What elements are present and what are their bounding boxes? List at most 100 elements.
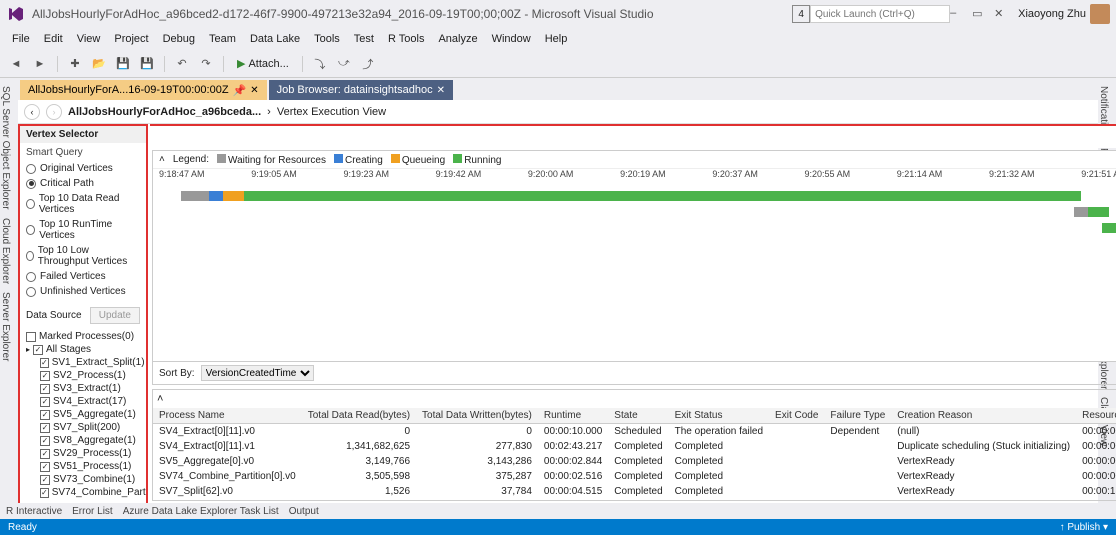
menu-data-lake[interactable]: Data Lake	[244, 31, 306, 47]
bottom-tab-azure-data-lake-explorer-task-list[interactable]: Azure Data Lake Explorer Task List	[123, 506, 279, 517]
menu-team[interactable]: Team	[203, 31, 242, 47]
checkbox-icon[interactable]	[40, 397, 50, 407]
radio-icon[interactable]	[26, 199, 35, 209]
checkbox-icon[interactable]	[40, 358, 49, 368]
sort-by-select[interactable]: VersionCreatedTime	[201, 365, 314, 381]
radio-icon[interactable]	[26, 287, 36, 297]
pin-icon[interactable]: 📌	[233, 84, 247, 97]
step-out-icon[interactable]: ⤴	[358, 54, 378, 74]
quick-launch-input[interactable]	[810, 5, 950, 23]
minimize-icon[interactable]: –	[950, 7, 964, 21]
avatar[interactable]	[1090, 4, 1110, 24]
radio-top-10-low-throughput-vertices[interactable]: Top 10 Low Throughput Vertices	[26, 243, 140, 269]
col-header[interactable]: Resource Latency	[1076, 408, 1116, 424]
step-over-icon[interactable]: ⤻	[334, 54, 354, 74]
menu-tools[interactable]: Tools	[308, 31, 346, 47]
menu-test[interactable]: Test	[348, 31, 380, 47]
redo-icon[interactable]: ↷	[196, 54, 216, 74]
gantt-body[interactable]: Time9:22:43 AMMachineStageNameSV8Aggrega…	[153, 185, 1116, 362]
chevron-up-icon[interactable]: ˄	[157, 393, 163, 405]
radio-icon[interactable]	[26, 272, 36, 282]
stage-row[interactable]: SV3_Extract(1)	[26, 382, 140, 395]
col-header[interactable]: Runtime	[538, 408, 608, 424]
stage-row[interactable]: SV74_Combine_Partition(1)	[26, 486, 140, 499]
stage-row[interactable]: SV51_Process(1)	[26, 460, 140, 473]
col-header[interactable]: Exit Status	[669, 408, 769, 424]
doc-tab[interactable]: Job Browser: datainsightsadhoc✕	[269, 80, 453, 100]
save-all-icon[interactable]: 💾	[137, 54, 157, 74]
radio-icon[interactable]	[26, 251, 34, 261]
table-row[interactable]: SV7_Split[62].v01,52637,78400:00:04.515C…	[153, 484, 1116, 499]
col-header[interactable]: Total Data Written(bytes)	[416, 408, 538, 424]
col-header[interactable]: Total Data Read(bytes)	[302, 408, 416, 424]
attach-button[interactable]: ▶Attach...	[231, 55, 295, 72]
left-tab-cloud-explorer[interactable]: Cloud Explorer	[0, 214, 13, 288]
all-stages-row[interactable]: ▸ All Stages	[26, 343, 140, 356]
col-header[interactable]: Failure Type	[824, 408, 891, 424]
radio-unfinished-vertices[interactable]: Unfinished Vertices	[26, 284, 140, 299]
close-icon[interactable]: ✕	[994, 7, 1008, 21]
checkbox-icon[interactable]	[26, 332, 36, 342]
stage-row[interactable]: SV4_Extract(17)	[26, 395, 140, 408]
menu-debug[interactable]: Debug	[157, 31, 201, 47]
checkbox-icon[interactable]	[40, 462, 50, 472]
checkbox-icon[interactable]	[40, 436, 50, 446]
doc-tab[interactable]: AllJobsHourlyForA...16-09-19T00:00:00Z📌✕	[20, 80, 267, 100]
menu-file[interactable]: File	[6, 31, 36, 47]
breadcrumb-back-icon[interactable]: ‹	[24, 104, 40, 120]
checkbox-icon[interactable]	[40, 371, 50, 381]
checkbox-icon[interactable]	[40, 423, 50, 433]
nav-back-icon[interactable]: ◄	[6, 54, 26, 74]
menu-edit[interactable]: Edit	[38, 31, 69, 47]
menu-project[interactable]: Project	[108, 31, 154, 47]
menu-analyze[interactable]: Analyze	[432, 31, 483, 47]
update-button[interactable]: Update	[90, 307, 140, 324]
left-tab-server-explorer[interactable]: Server Explorer	[0, 288, 13, 365]
stage-row[interactable]: SV5_Aggregate(1)	[26, 408, 140, 421]
breadcrumb-doc[interactable]: AllJobsHourlyForAdHoc_a96bceda...	[68, 106, 261, 118]
menu-help[interactable]: Help	[539, 31, 574, 47]
left-tab-sql-server-object-explorer[interactable]: SQL Server Object Explorer	[0, 82, 13, 214]
radio-icon[interactable]	[26, 164, 36, 174]
col-header[interactable]: Process Name	[153, 408, 302, 424]
bottom-tab-output[interactable]: Output	[289, 506, 319, 517]
breadcrumb-view[interactable]: Vertex Execution View	[277, 106, 386, 118]
menu-r-tools[interactable]: R Tools	[382, 31, 430, 47]
open-icon[interactable]: 📂	[89, 54, 109, 74]
close-tab-icon[interactable]: ✕	[250, 85, 258, 96]
notification-flag-icon[interactable]: 4	[792, 5, 810, 23]
nav-fwd-icon[interactable]: ►	[30, 54, 50, 74]
marked-processes-row[interactable]: Marked Processes(0)	[26, 330, 140, 343]
publish-button[interactable]: ↑ Publish ▾	[1060, 522, 1108, 533]
radio-critical-path[interactable]: Critical Path	[26, 176, 140, 191]
step-icon[interactable]: ⤵	[310, 54, 330, 74]
menu-window[interactable]: Window	[486, 31, 537, 47]
close-tab-icon[interactable]: ✕	[437, 85, 445, 96]
col-header[interactable]: Exit Code	[769, 408, 824, 424]
table-row[interactable]: SV8_Aggregate[0].v04,503,56641,77900:00:…	[153, 499, 1116, 500]
bottom-tab-error-list[interactable]: Error List	[72, 506, 113, 517]
radio-top-10-runtime-vertices[interactable]: Top 10 RunTime Vertices	[26, 217, 140, 243]
col-header[interactable]: Creation Reason	[891, 408, 1076, 424]
stage-row[interactable]: SV2_Process(1)	[26, 369, 140, 382]
stage-row[interactable]: SV8_Aggregate(1)	[26, 434, 140, 447]
stage-row[interactable]: SV73_Combine(1)	[26, 473, 140, 486]
bottom-tab-r-interactive[interactable]: R Interactive	[6, 506, 62, 517]
table-row[interactable]: SV5_Aggregate[0].v03,149,7663,143,28600:…	[153, 454, 1116, 469]
stage-row[interactable]: SV29_Process(1)	[26, 447, 140, 460]
user-name[interactable]: Xiaoyong Zhu	[1018, 8, 1086, 20]
stage-row[interactable]: SV7_Split(200)	[26, 421, 140, 434]
menu-view[interactable]: View	[71, 31, 107, 47]
stage-row[interactable]: SV1_Extract_Split(1)	[26, 356, 140, 369]
checkbox-icon[interactable]	[40, 384, 50, 394]
radio-failed-vertices[interactable]: Failed Vertices	[26, 269, 140, 284]
checkbox-icon[interactable]	[40, 449, 50, 459]
chevron-down-icon[interactable]: ▸	[26, 345, 30, 354]
breadcrumb-fwd-icon[interactable]: ›	[46, 104, 62, 120]
radio-icon[interactable]	[26, 225, 35, 235]
checkbox-icon[interactable]	[40, 488, 49, 498]
new-item-icon[interactable]: ✚	[65, 54, 85, 74]
col-header[interactable]: State	[608, 408, 668, 424]
save-icon[interactable]: 💾	[113, 54, 133, 74]
checkbox-icon[interactable]	[40, 475, 50, 485]
